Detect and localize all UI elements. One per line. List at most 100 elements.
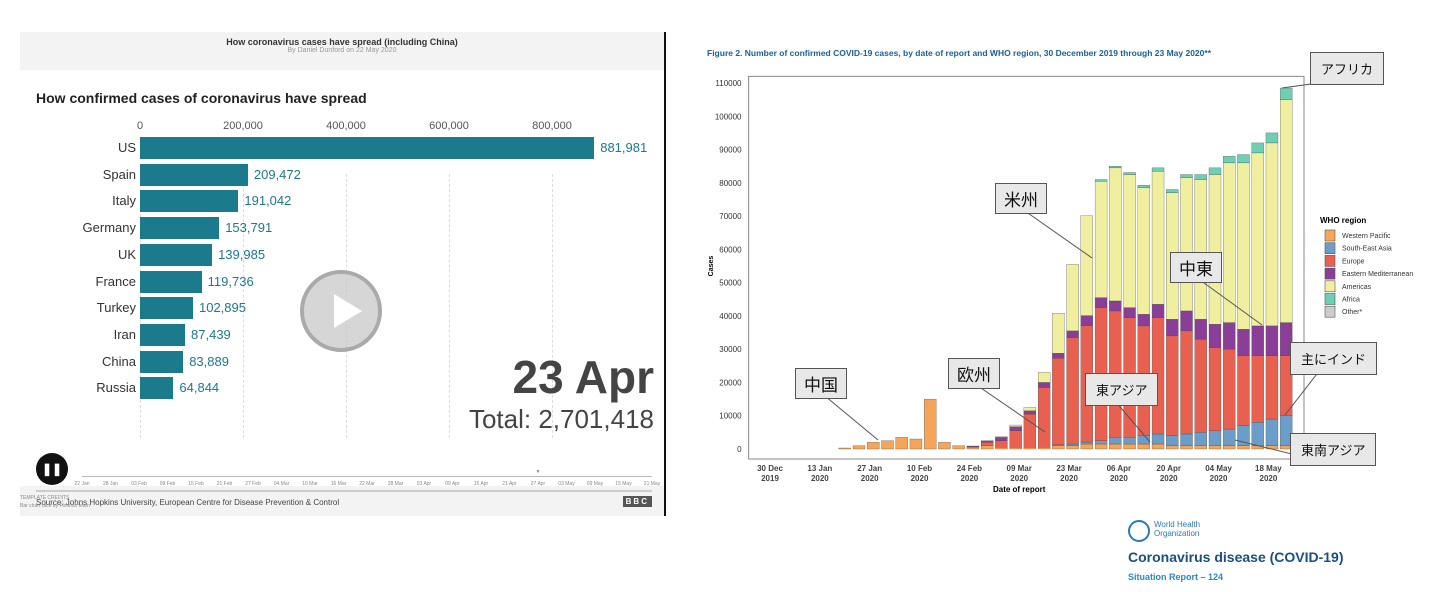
embed-title: How coronavirus cases have spread (inclu… bbox=[226, 37, 458, 47]
bar-segment-africa bbox=[1166, 189, 1179, 193]
legend-label: Other* bbox=[1342, 309, 1363, 316]
bar-segment-eastern-mediterranean bbox=[1137, 314, 1150, 327]
bar-segment-south-east-asia bbox=[1109, 437, 1122, 445]
bar-segment-africa bbox=[1180, 174, 1193, 178]
bar-segment-americas bbox=[1052, 313, 1065, 354]
total-count: Total: 2,701,418 bbox=[468, 404, 654, 434]
bar-segment-europe bbox=[1180, 330, 1193, 435]
bar-segment-western-pacific bbox=[1080, 443, 1093, 450]
y-tick-label: 20000 bbox=[719, 378, 742, 387]
x-tick-label: 20 Apr bbox=[1156, 464, 1181, 473]
timeline-tick: 15 Feb bbox=[188, 481, 204, 487]
bar-segment-americas bbox=[1080, 215, 1093, 316]
timeline-tick: 09 Feb bbox=[159, 481, 176, 487]
bar-value: 87,439 bbox=[191, 326, 231, 342]
x-tick-label: 23 Mar bbox=[1056, 464, 1081, 473]
bar-segment-americas bbox=[1123, 174, 1136, 308]
legend-swatch bbox=[1324, 229, 1336, 242]
timeline-slider[interactable]: 22 Jan 28 Jan 03 Feb 09 Feb 15 Feb 21 Feb 27 F… bbox=[74, 469, 660, 487]
bar-value: 881,981 bbox=[600, 140, 648, 155]
callout-label: 米州 bbox=[995, 183, 1047, 214]
x-tick-label: 600,000 bbox=[429, 120, 469, 132]
timeline-tick: 28 Mar bbox=[387, 481, 404, 487]
y-tick-label: 30000 bbox=[719, 345, 742, 354]
bar-segment-western-pacific bbox=[1094, 443, 1108, 450]
bar-segment-eastern-mediterranean bbox=[1080, 315, 1093, 326]
bar-segment-africa bbox=[1094, 179, 1108, 182]
timeline-tick: 03 May bbox=[558, 481, 575, 487]
bar-segment-africa bbox=[1251, 142, 1264, 154]
bar-value: 64,844 bbox=[179, 380, 220, 396]
bar-label: France bbox=[95, 273, 136, 289]
callout-label: 中東 bbox=[1170, 252, 1222, 283]
credits-text[interactable]: Bar chart race by Flourish team bbox=[20, 502, 90, 510]
bar-segment-americas bbox=[1151, 171, 1165, 305]
y-tick-label: 110000 bbox=[715, 79, 742, 88]
bar-segment-eastern-mediterranean bbox=[1037, 382, 1051, 388]
bar-segment-europe bbox=[1166, 335, 1179, 436]
bar-segment-eastern-mediterranean bbox=[1166, 319, 1179, 337]
bar-segment-africa bbox=[1137, 185, 1150, 188]
bar-segment-americas bbox=[1023, 407, 1037, 411]
credits-heading: TEMPLATE CREDITS bbox=[20, 495, 70, 501]
bar-segment-eastern-mediterranean bbox=[1208, 324, 1222, 348]
timeline-tick: 09 May bbox=[586, 481, 604, 487]
report-title: Coronavirus disease (COVID-19) bbox=[1128, 549, 1344, 565]
play-icon[interactable] bbox=[300, 270, 382, 352]
callout-label: アフリカ bbox=[1310, 52, 1385, 85]
bar-segment-western-pacific bbox=[952, 445, 965, 450]
timeline-tick: 04 Mar bbox=[273, 481, 290, 487]
legend-swatch bbox=[1324, 305, 1336, 318]
legend-swatch bbox=[1324, 267, 1336, 280]
x-tick-label: 400,000 bbox=[326, 120, 366, 132]
x-tick-label: 13 Jan bbox=[807, 464, 832, 473]
y-axis-label: Cases bbox=[708, 256, 715, 277]
bar-segment-europe bbox=[1066, 337, 1079, 445]
bar-value: 209,472 bbox=[253, 166, 301, 182]
bar-segment-western-pacific bbox=[938, 442, 951, 450]
bar-segment-south-east-asia bbox=[1094, 440, 1108, 445]
bar-segment-europe bbox=[1223, 349, 1236, 430]
x-axis-label: Date of report bbox=[993, 485, 1046, 494]
chart-title: How confirmed cases of coronavirus have … bbox=[36, 90, 367, 106]
template-credits: TEMPLATE CREDITS Bar chart race by Flour… bbox=[20, 494, 90, 510]
bar-segment-eastern-mediterranean bbox=[1223, 322, 1236, 350]
bar-segment-europe bbox=[1194, 339, 1207, 433]
timeline-tick: 15 Apr bbox=[473, 481, 489, 487]
bar-segment-americas bbox=[1237, 162, 1250, 330]
legend-label: Europe bbox=[1342, 258, 1365, 265]
callout-label: 欧州 bbox=[948, 358, 1000, 389]
x-tick-label: 2020 bbox=[1010, 474, 1028, 483]
bar bbox=[140, 190, 239, 213]
bar-segment-western-pacific bbox=[966, 447, 980, 450]
bar-segment-western-pacific bbox=[924, 398, 937, 450]
bar-segment-africa bbox=[1280, 87, 1293, 100]
bar bbox=[140, 137, 595, 159]
bar-segment-western-pacific bbox=[1151, 443, 1165, 450]
x-tick-label: 2019 bbox=[761, 474, 779, 483]
bar-segment-eastern-mediterranean bbox=[1123, 307, 1136, 318]
bar-segment-africa bbox=[1123, 172, 1136, 175]
bar bbox=[140, 217, 220, 240]
bar-segment-western-pacific bbox=[1137, 443, 1150, 450]
timeline-marker[interactable]: ▼ bbox=[536, 469, 541, 475]
bar-segment-africa bbox=[1151, 167, 1165, 172]
bar-segment-europe bbox=[1009, 430, 1022, 448]
bar-segment-eastern-mediterranean bbox=[995, 437, 1008, 441]
bar-segment-africa bbox=[1223, 156, 1236, 164]
legend-swatch bbox=[1324, 242, 1336, 254]
pause-button[interactable]: ❚❚ bbox=[36, 453, 68, 485]
x-tick-label: 2020 bbox=[960, 474, 978, 483]
bar-label: US bbox=[117, 140, 136, 155]
bar-label: Spain bbox=[102, 166, 136, 182]
x-tick-label: 18 May bbox=[1255, 464, 1282, 473]
report-subtitle: Situation Report – 124 bbox=[1128, 572, 1224, 582]
legend-label: Eastern Mediterranean bbox=[1342, 271, 1413, 278]
x-tick-label: 10 Feb bbox=[907, 464, 932, 473]
timeline-tick: 21 May bbox=[643, 481, 661, 487]
bar-segment-western-pacific bbox=[1123, 443, 1136, 450]
bar-label: Russia bbox=[96, 380, 136, 396]
x-tick-label: 2020 bbox=[861, 474, 879, 483]
bar-segment-americas bbox=[995, 436, 1008, 438]
bar-segment-africa bbox=[1265, 132, 1279, 144]
